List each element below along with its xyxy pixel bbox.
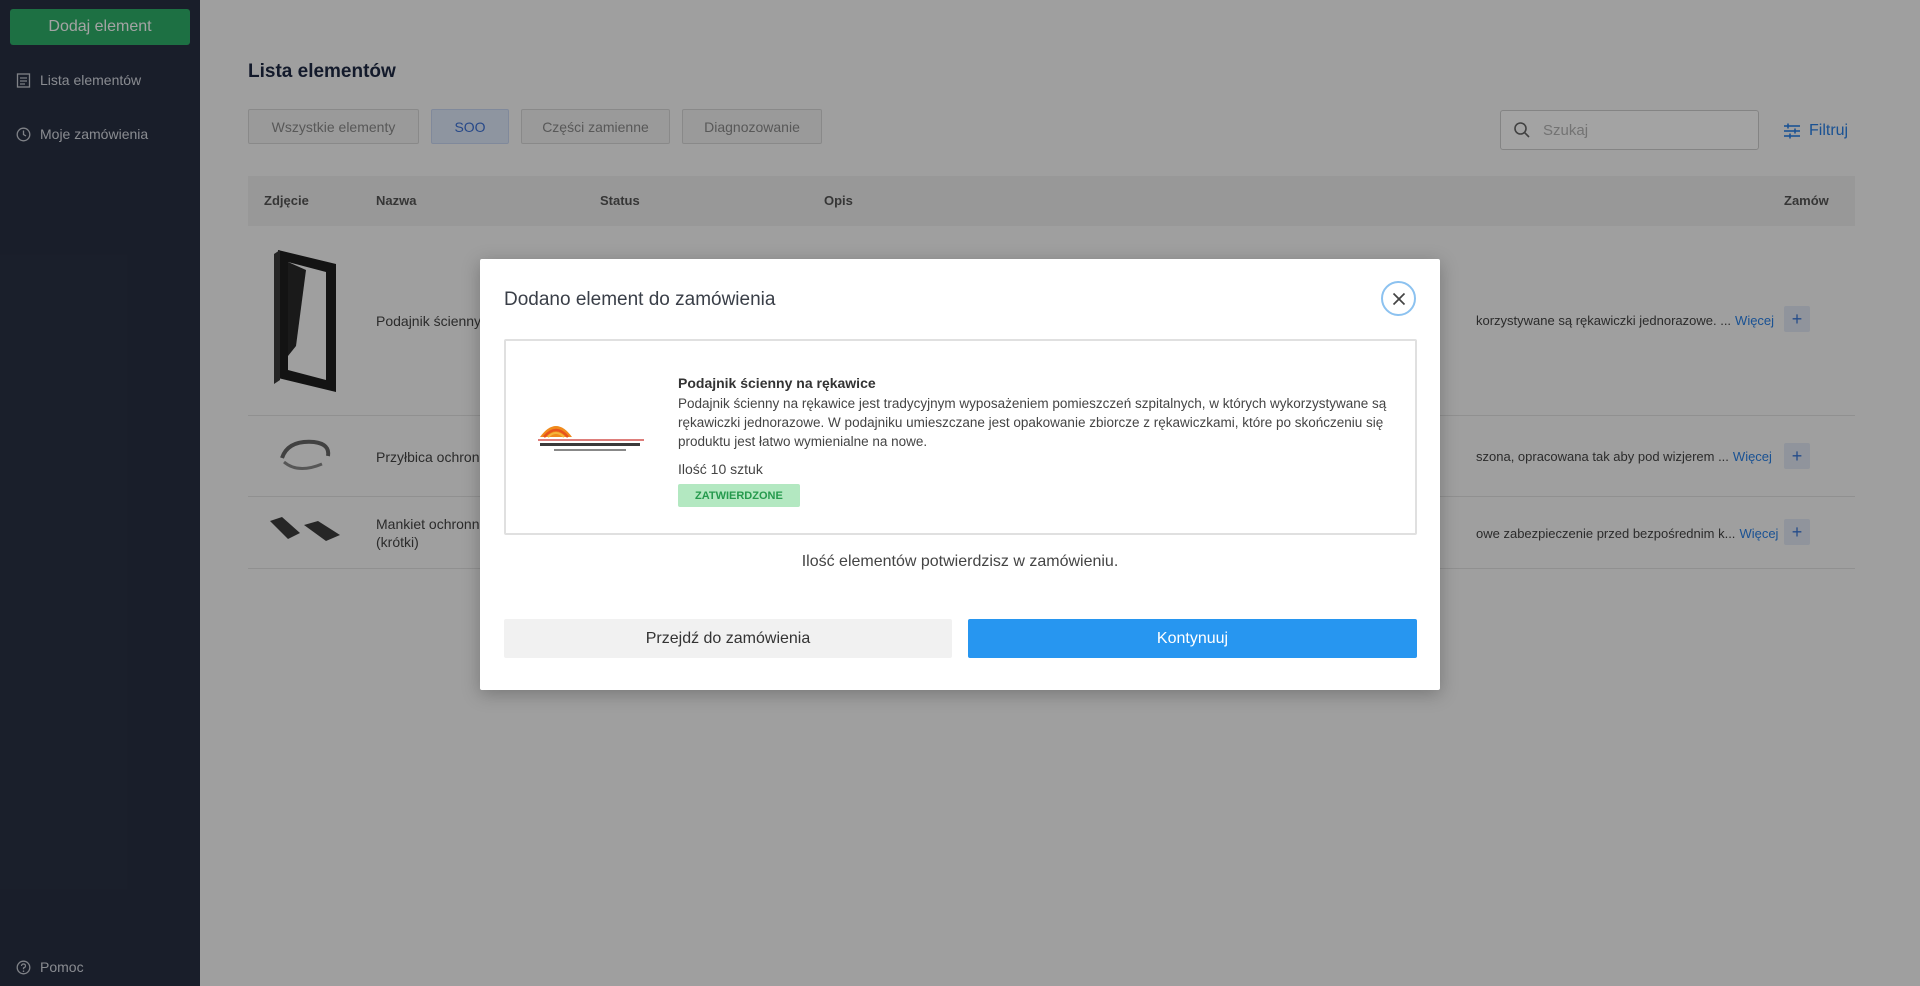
go-to-order-button[interactable]: Przejdź do zamówienia: [504, 619, 952, 658]
added-to-order-dialog: Dodano element do zamówienia Podajnik śc…: [480, 259, 1440, 690]
close-button[interactable]: [1381, 281, 1416, 316]
dialog-title: Dodano element do zamówienia: [504, 289, 776, 310]
app-root: Dodaj element Lista elementów Moje zamów…: [0, 0, 1920, 986]
item-quantity: Ilość 10 sztuk: [678, 461, 763, 477]
continue-button[interactable]: Kontynuuj: [968, 619, 1417, 658]
status-badge: ZATWIERDZONE: [678, 484, 800, 507]
close-icon: [1392, 292, 1405, 305]
item-card: Podajnik ścienny na rękawice Podajnik śc…: [504, 339, 1417, 535]
item-description: Podajnik ścienny na rękawice jest tradyc…: [678, 396, 1387, 449]
hospital-logo: [538, 426, 644, 451]
dialog-note: Ilość elementów potwierdzisz w zamówieni…: [801, 553, 1119, 570]
item-name: Podajnik ścienny na rękawice: [678, 375, 876, 391]
